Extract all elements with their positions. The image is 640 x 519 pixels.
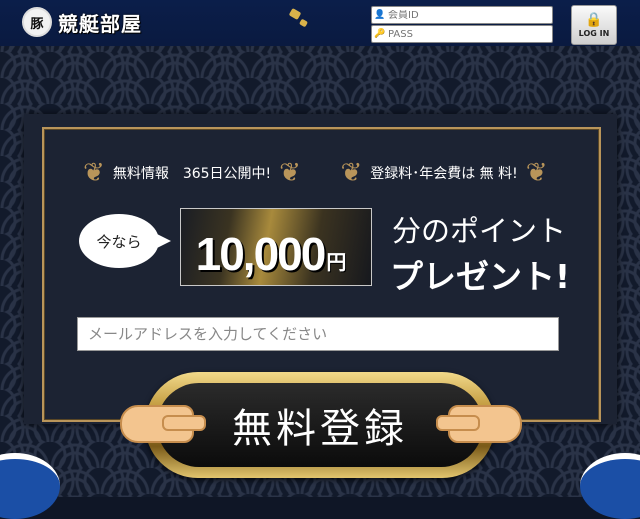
login-button-label: LOG IN bbox=[578, 28, 610, 38]
promo-line-2: プレゼント! bbox=[390, 257, 571, 296]
laurel-left-icon: ❦ bbox=[83, 158, 105, 188]
header: 豚 競艇部屋 👤 🔑 🔒 LOG IN bbox=[0, 0, 640, 46]
free-info-badge: ❦ 無料情報 365日公開中! ❦ bbox=[72, 150, 312, 196]
badge-text: 無料情報 365日公開中! bbox=[112, 166, 272, 182]
login-button[interactable]: 🔒 LOG IN bbox=[571, 5, 617, 45]
logo-text: 競艇部屋 bbox=[58, 11, 142, 36]
gold-fleck-decoration bbox=[298, 18, 309, 28]
logo-mark-icon: 豚 bbox=[22, 7, 52, 37]
laurel-left-icon: ❦ bbox=[340, 158, 363, 188]
password-field[interactable]: 🔑 bbox=[371, 25, 553, 43]
point-amount: 10,000 bbox=[195, 228, 327, 280]
lock-icon: 🔒 bbox=[585, 11, 603, 28]
key-icon: 🔑 bbox=[374, 29, 386, 39]
laurel-right-icon: ❦ bbox=[279, 158, 301, 188]
member-id-field[interactable]: 👤 bbox=[371, 6, 553, 24]
pointing-hand-right-icon bbox=[120, 405, 206, 443]
gold-fleck-decoration bbox=[288, 8, 302, 20]
badge-text: 登録料･年会費は 無 料! bbox=[370, 166, 518, 182]
member-id-input[interactable] bbox=[388, 9, 538, 21]
pointing-hand-left-icon bbox=[436, 405, 522, 443]
site-logo[interactable]: 豚 競艇部屋 bbox=[22, 7, 142, 37]
point-unit: 円 bbox=[326, 250, 347, 274]
free-fee-badge: ❦ 登録料･年会費は 無 料! ❦ bbox=[318, 150, 570, 196]
password-input[interactable] bbox=[388, 28, 538, 40]
user-icon: 👤 bbox=[374, 10, 386, 20]
point-amount-box: 10,000 円 bbox=[180, 208, 372, 286]
laurel-right-icon: ❦ bbox=[525, 158, 548, 188]
email-input[interactable] bbox=[77, 317, 559, 351]
promo-line-1: 分のポイント bbox=[392, 214, 567, 248]
now-speech-bubble: 今なら bbox=[79, 214, 171, 268]
